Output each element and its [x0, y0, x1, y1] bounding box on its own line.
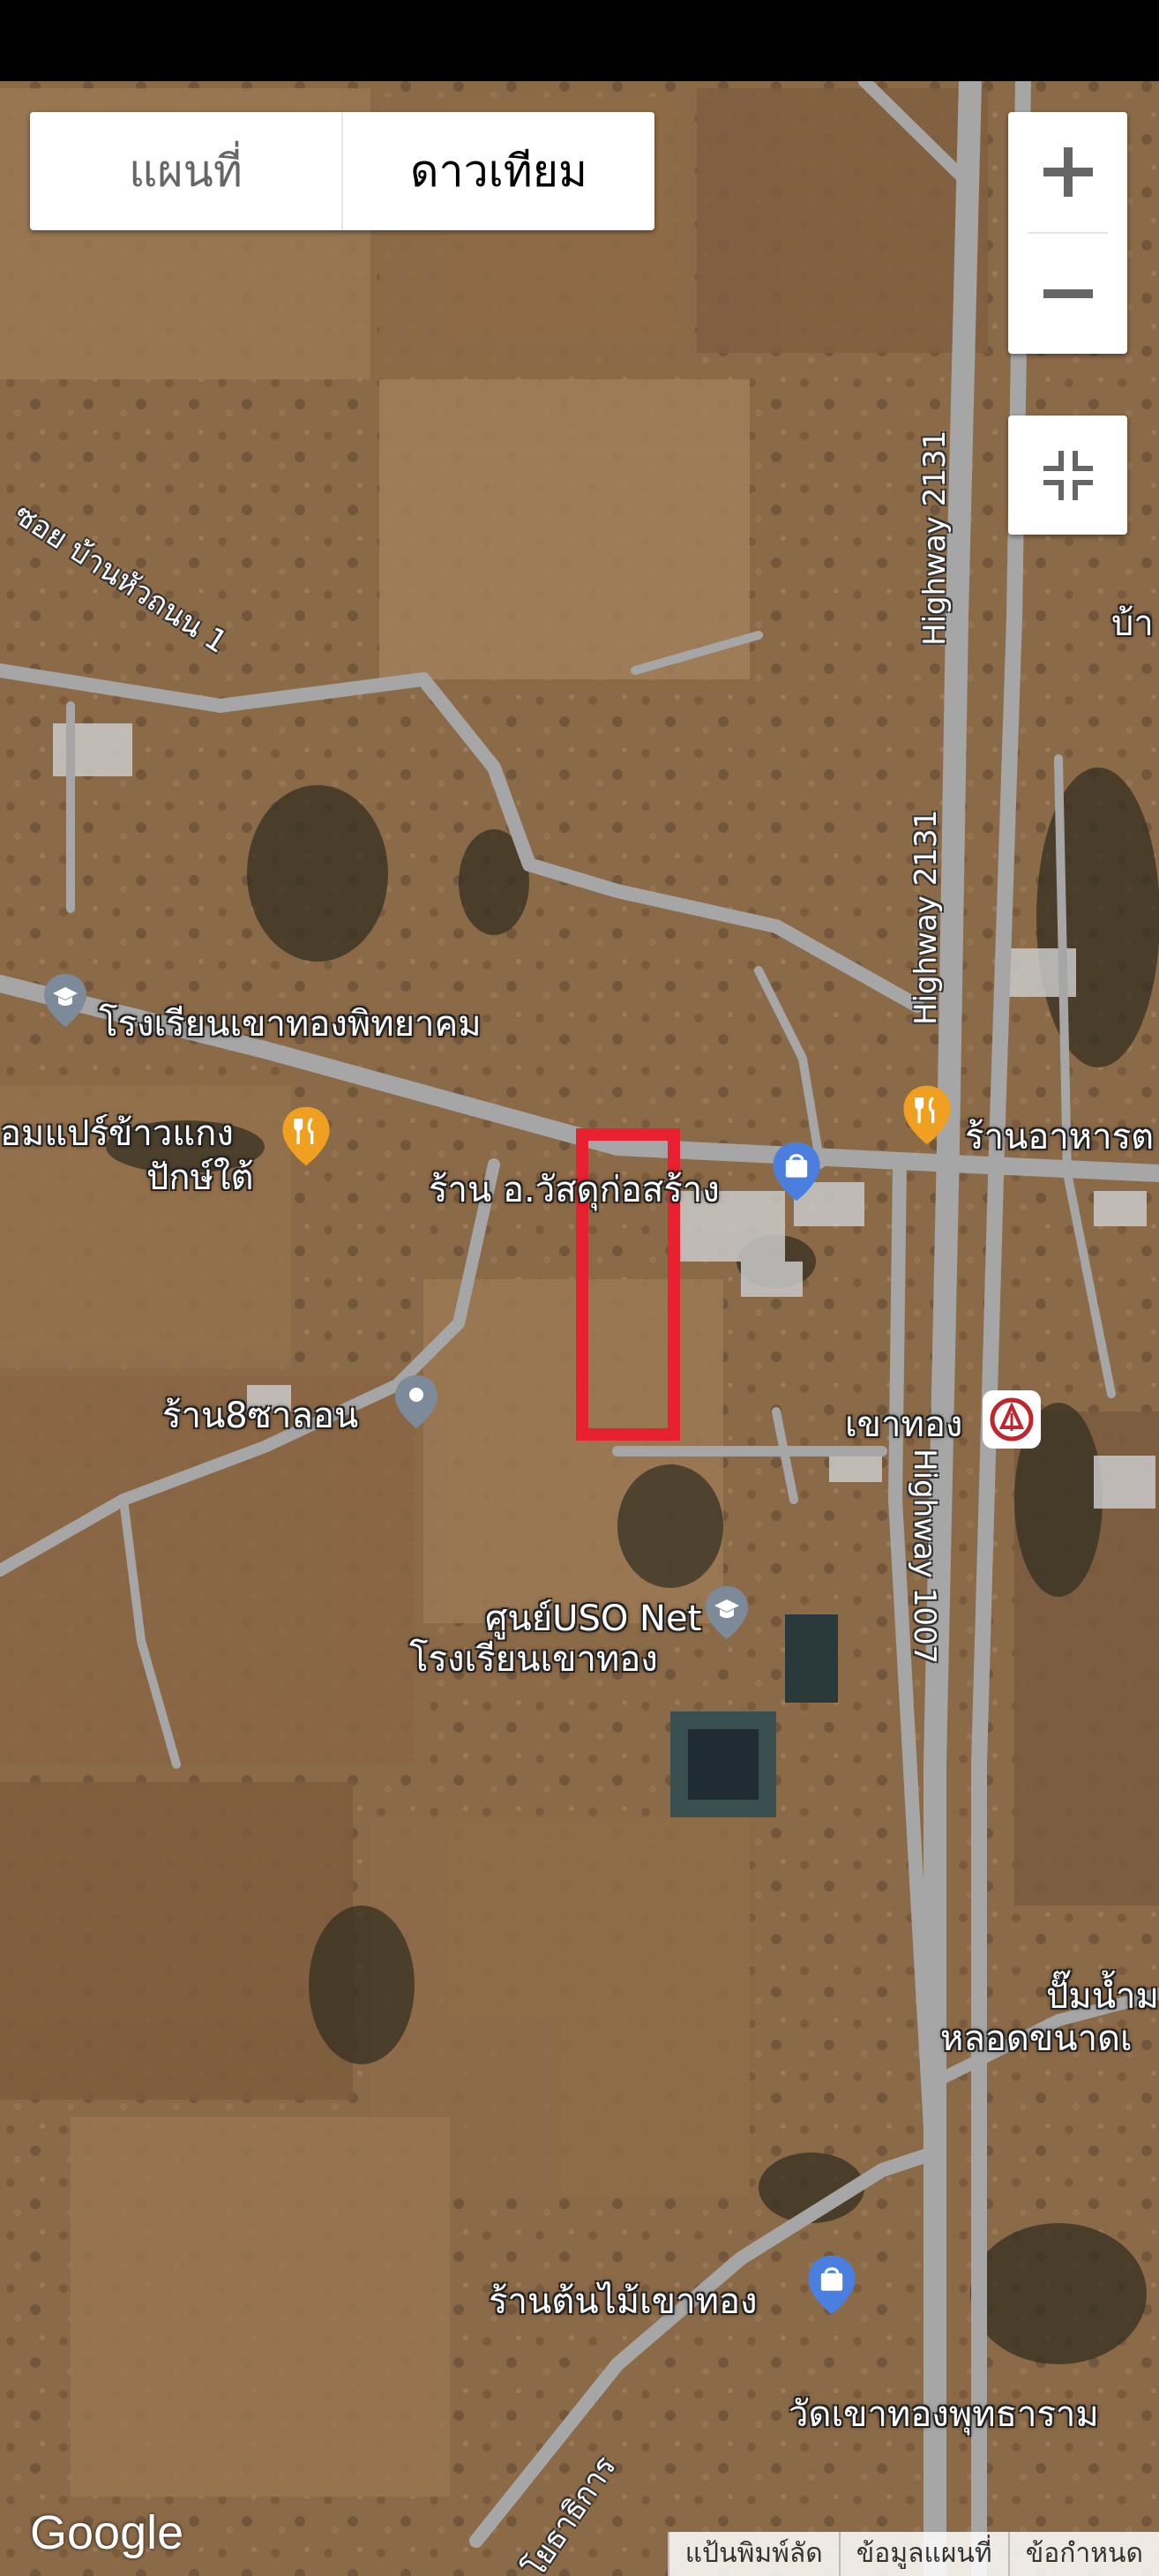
terms-link[interactable]: ข้อกำหนด — [1007, 2532, 1159, 2576]
map-data-link[interactable]: ข้อมูลแผนที่ — [838, 2532, 1008, 2576]
school-icon[interactable] — [41, 972, 90, 1029]
road-label-highway-2131-b: Highway 2131 — [909, 809, 944, 1025]
fullscreen-button[interactable] — [1008, 416, 1127, 535]
fullscreen-exit-icon — [1043, 450, 1093, 500]
map-canvas[interactable] — [0, 81, 1159, 2576]
railway-station-icon[interactable] — [981, 1389, 1043, 1450]
place-label-temple[interactable]: วัดเขาทองพุทธาราม — [789, 2385, 1099, 2442]
attribution-bar: แป้นพิมพ์ลัด ข้อมูลแผนที่ ข้อกำหนด — [667, 2532, 1159, 2576]
minus-icon — [1043, 289, 1093, 298]
place-label-construction-shop[interactable]: ร้าน อ.วัสดุก่อสร้าง — [429, 1161, 720, 1217]
shopping-bag-icon[interactable] — [769, 1140, 824, 1203]
screen: ซอย บ้านหัวถนน 1 Highway 2131 Highway 21… — [0, 0, 1159, 2576]
keyboard-shortcuts-link[interactable]: แป้นพิมพ์ลัด — [667, 2532, 839, 2576]
place-label-shop-8-salon[interactable]: ร้าน8ซาลอน — [162, 1387, 358, 1443]
place-label-school-khaothong-phitthayakhom[interactable]: โรงเรียนเขาทองพิทยาคม — [99, 995, 482, 1052]
map-type-map-button[interactable]: แผนที่ — [30, 112, 341, 230]
road-label-highway-2131-a: Highway 2131 — [917, 430, 953, 646]
shopping-bag-icon[interactable] — [804, 2253, 859, 2317]
road-label-highway-1007: Highway 1007 — [907, 1449, 942, 1665]
place-label-pump-2[interactable]: หลอดขนาดเ — [940, 2010, 1133, 2066]
satellite-map[interactable]: ซอย บ้านหัวถนน 1 Highway 2131 Highway 21… — [0, 81, 1159, 2576]
place-label-restaurant-right[interactable]: ร้านอาหารต — [965, 1108, 1154, 1164]
place-label-restaurant-left-2[interactable]: ปักษ์ใต้ — [146, 1149, 253, 1205]
place-label-khaothong-station[interactable]: เขาทอง — [845, 1396, 962, 1452]
restaurant-icon[interactable] — [900, 1083, 954, 1147]
place-label-edge-right[interactable]: บ้า — [1111, 595, 1154, 651]
zoom-control — [1008, 112, 1127, 354]
restaurant-icon[interactable] — [279, 1105, 333, 1168]
zoom-in-button[interactable] — [1008, 112, 1127, 232]
zoom-out-button[interactable] — [1008, 234, 1127, 354]
place-label-uso-net-2[interactable]: โรงเรียนเขาทอง — [409, 1630, 658, 1687]
plus-icon — [1043, 147, 1093, 197]
google-logo: Google — [30, 2506, 184, 2559]
status-bar — [0, 0, 1159, 81]
map-type-control: แผนที่ ดาวเทียม — [30, 112, 654, 230]
school-icon[interactable] — [702, 1584, 751, 1641]
place-pin-icon[interactable] — [392, 1373, 441, 1431]
map-type-satellite-button[interactable]: ดาวเทียม — [343, 112, 654, 230]
place-label-tree-shop[interactable]: ร้านต้นไม้เขาทอง — [489, 2273, 758, 2329]
